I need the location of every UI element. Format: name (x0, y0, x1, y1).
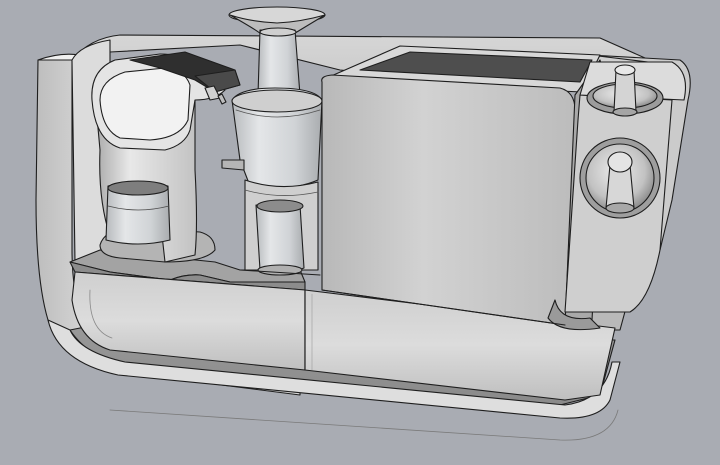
cad-viewport[interactable] (0, 0, 720, 465)
appliance-box (321, 45, 606, 331)
valve-lower (579, 137, 661, 219)
juicer-cup (255, 199, 305, 276)
cad-render (35, 6, 691, 441)
capsule-coffee-machine (91, 51, 241, 263)
